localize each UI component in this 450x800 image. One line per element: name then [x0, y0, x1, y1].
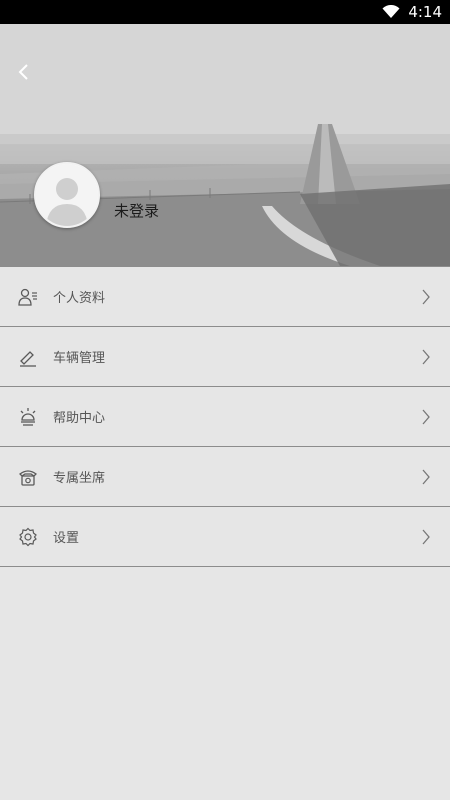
help-icon — [17, 406, 39, 428]
menu-item-help-center[interactable]: 帮助中心 — [0, 387, 450, 447]
menu-list: 个人资料 车辆管理 帮助中心 专属坐席 设置 — [0, 266, 450, 567]
phone-icon — [17, 466, 39, 488]
wifi-icon — [382, 5, 400, 19]
avatar[interactable] — [34, 162, 100, 228]
menu-item-vehicle-management[interactable]: 车辆管理 — [0, 327, 450, 387]
menu-item-dedicated-agent[interactable]: 专属坐席 — [0, 447, 450, 507]
menu-item-settings[interactable]: 设置 — [0, 507, 450, 567]
chevron-left-icon — [18, 64, 28, 80]
status-time: 4:14 — [408, 3, 442, 21]
login-status-label[interactable]: 未登录 — [114, 200, 159, 221]
chevron-right-icon — [420, 468, 432, 486]
chevron-right-icon — [420, 408, 432, 426]
gear-icon — [17, 526, 39, 548]
chevron-right-icon — [420, 348, 432, 366]
status-bar: 4:14 — [0, 0, 450, 24]
profile-header: 未登录 — [0, 24, 450, 266]
menu-item-label: 专属坐席 — [53, 471, 106, 486]
car-management-icon — [17, 346, 39, 368]
menu-item-label: 设置 — [53, 531, 80, 546]
chevron-right-icon — [420, 288, 432, 306]
menu-item-label: 个人资料 — [53, 291, 106, 306]
menu-item-label: 帮助中心 — [53, 411, 106, 426]
menu-item-profile[interactable]: 个人资料 — [0, 267, 450, 327]
menu-item-label: 车辆管理 — [53, 351, 106, 366]
chevron-right-icon — [420, 528, 432, 546]
default-avatar-icon — [36, 164, 98, 226]
back-button[interactable] — [10, 58, 38, 86]
header-background-image — [0, 24, 450, 266]
profile-icon — [17, 286, 39, 308]
